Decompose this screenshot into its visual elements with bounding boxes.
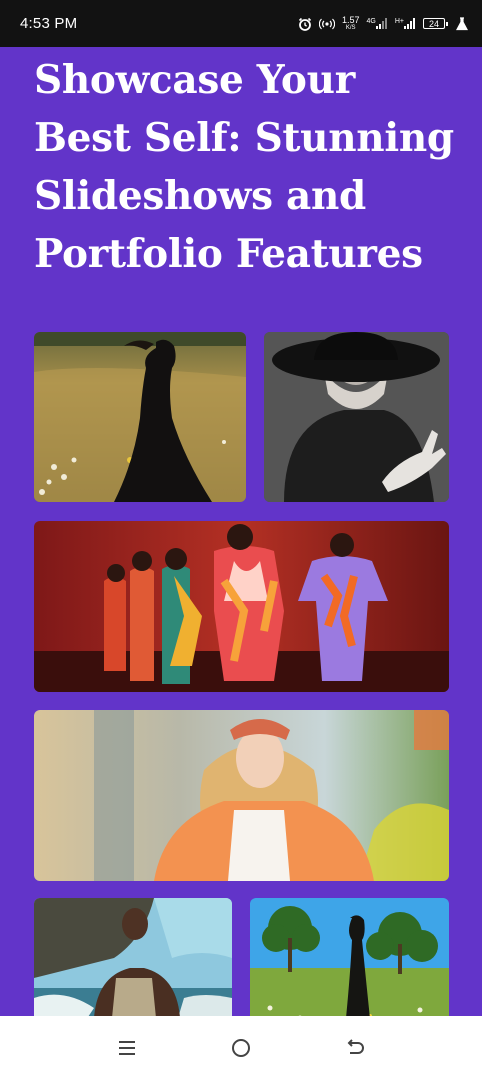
gallery-photo-runway[interactable] xyxy=(34,521,449,692)
main-content[interactable]: Showcase Your Best Self: Stunning Slides… xyxy=(0,47,482,1016)
status-bar: 4:53 PM 1.57 K/S 4G H+ 24 xyxy=(0,0,482,47)
net-speed-unit: K/S xyxy=(345,24,356,31)
battery-icon: 24 xyxy=(423,18,448,29)
gallery-photo-woman-hat[interactable] xyxy=(264,332,449,502)
net-speed: 1.57 K/S xyxy=(341,14,360,32)
home-icon[interactable] xyxy=(221,1028,261,1068)
status-icons: 1.57 K/S 4G H+ 24 xyxy=(298,14,468,32)
menu-icon[interactable] xyxy=(107,1028,147,1068)
network-h-label: H+ xyxy=(394,18,404,25)
hotspot-icon xyxy=(318,18,335,30)
status-time: 4:53 PM xyxy=(20,15,78,32)
network-4g-label: 4G xyxy=(366,18,376,25)
lab-flask-icon xyxy=(456,16,468,31)
signal-h-icon: H+ xyxy=(395,18,416,29)
gallery-photo-woman-meadow[interactable] xyxy=(250,898,449,1016)
gallery-photo-man-beach[interactable] xyxy=(34,898,232,1016)
gallery-photo-woman-orange-jacket[interactable] xyxy=(34,710,449,881)
signal-4g-icon: 4G xyxy=(367,18,388,29)
net-speed-value: 1.57 xyxy=(341,14,360,25)
alarm-icon xyxy=(298,17,312,31)
navigation-bar xyxy=(0,1016,482,1080)
gallery-photo-woman-field[interactable] xyxy=(34,332,246,502)
page-headline: Showcase Your Best Self: Stunning Slides… xyxy=(34,57,454,277)
back-icon[interactable] xyxy=(335,1028,375,1068)
battery-level: 24 xyxy=(428,18,439,29)
